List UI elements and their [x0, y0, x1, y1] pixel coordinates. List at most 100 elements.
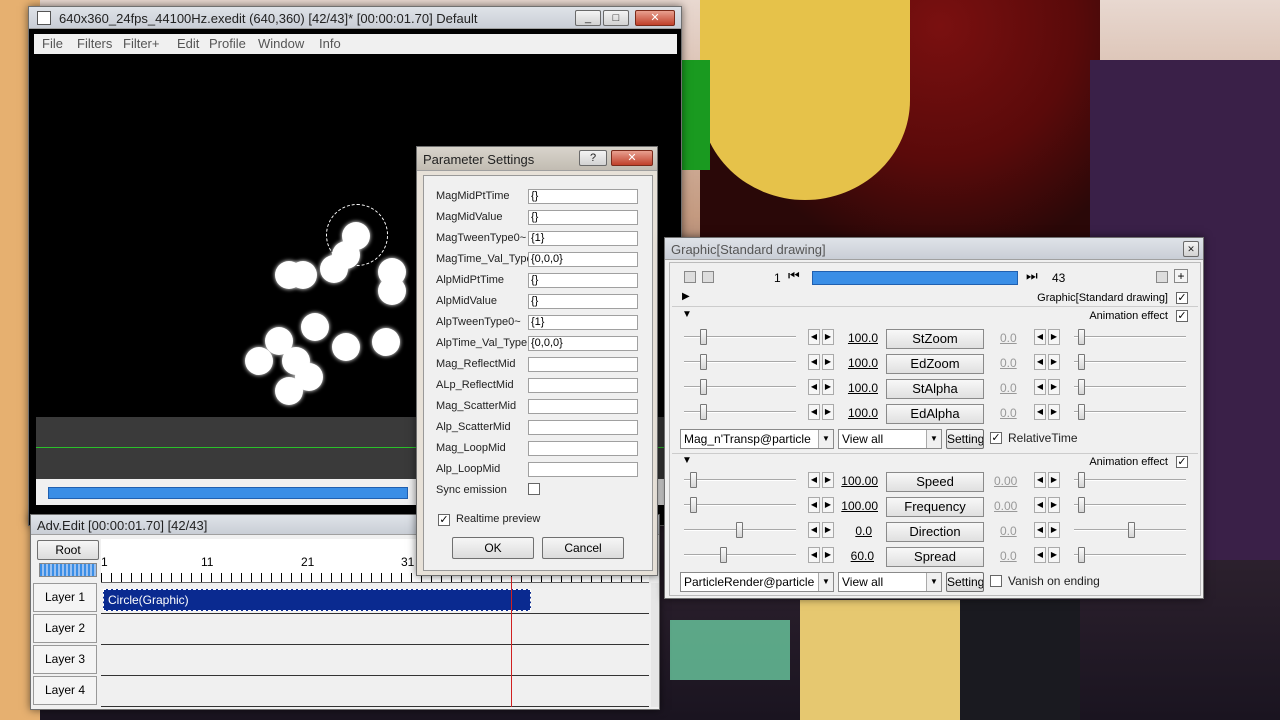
decrement-button[interactable]: ◀: [808, 404, 820, 420]
param-button[interactable]: Spread: [886, 547, 984, 567]
param-field[interactable]: [528, 441, 638, 456]
increment-button[interactable]: ▶: [1048, 472, 1060, 488]
ok-button[interactable]: OK: [452, 537, 534, 559]
maximize-button[interactable]: □: [603, 10, 629, 26]
increment-button[interactable]: ▶: [1048, 547, 1060, 563]
sync-emission-checkbox[interactable]: [528, 483, 540, 495]
decrement-button[interactable]: ◀: [1034, 404, 1046, 420]
end-slider-thumb[interactable]: [1078, 497, 1085, 513]
menu-file[interactable]: File: [42, 36, 63, 51]
start-slider[interactable]: [684, 554, 796, 556]
relative-time-checkbox[interactable]: ✓: [990, 432, 1002, 444]
increment-button[interactable]: ▶: [1048, 522, 1060, 538]
increment-button[interactable]: ▶: [1048, 329, 1060, 345]
end-slider[interactable]: [1074, 361, 1186, 363]
increment-button[interactable]: ▶: [822, 472, 834, 488]
start-value[interactable]: 0.0: [832, 524, 872, 538]
object-titlebar[interactable]: Graphic[Standard drawing] ✕: [665, 238, 1203, 260]
param-button[interactable]: Direction: [886, 522, 984, 542]
increment-button[interactable]: ▶: [822, 547, 834, 563]
menu-edit[interactable]: Edit: [177, 36, 199, 51]
close-button[interactable]: ✕: [635, 10, 675, 26]
start-slider-thumb[interactable]: [690, 472, 697, 488]
start-slider-thumb[interactable]: [700, 404, 707, 420]
param-field[interactable]: {0,0,0}: [528, 252, 638, 267]
decrement-button[interactable]: ◀: [1034, 547, 1046, 563]
start-value[interactable]: 100.0: [838, 406, 878, 420]
anim-enable-checkbox[interactable]: ✓: [1176, 456, 1188, 468]
end-slider-thumb[interactable]: [1078, 547, 1085, 563]
help-button[interactable]: ?: [579, 150, 607, 166]
close-button[interactable]: ✕: [611, 150, 653, 166]
timeline-scrollbar[interactable]: [651, 583, 659, 707]
param-titlebar[interactable]: Parameter Settings ? ✕: [417, 147, 657, 171]
menu-info[interactable]: Info: [319, 36, 341, 51]
decrement-button[interactable]: ◀: [808, 329, 820, 345]
decrement-button[interactable]: ◀: [1034, 522, 1046, 538]
render-select[interactable]: ParticleRender@particle ▼: [680, 572, 834, 592]
layer-3-header[interactable]: Layer 3: [33, 645, 97, 674]
decrement-button[interactable]: ◀: [808, 354, 820, 370]
decrement-button[interactable]: ◀: [1034, 472, 1046, 488]
start-value[interactable]: 100.00: [838, 474, 878, 488]
menu-filter-plus[interactable]: Filter+: [123, 36, 159, 51]
end-slider[interactable]: [1074, 504, 1186, 506]
param-field[interactable]: {}: [528, 273, 638, 288]
param-button[interactable]: StZoom: [886, 329, 984, 349]
add-filter-button[interactable]: +: [1174, 269, 1188, 283]
start-slider-thumb[interactable]: [700, 354, 707, 370]
param-field[interactable]: [528, 378, 638, 393]
expand-icon[interactable]: ▶: [682, 291, 690, 302]
increment-button[interactable]: ▶: [822, 379, 834, 395]
film-icon[interactable]: [684, 271, 696, 283]
param-button[interactable]: Speed: [886, 472, 984, 492]
graphic-enable-checkbox[interactable]: ✓: [1176, 292, 1188, 304]
close-button[interactable]: ✕: [1183, 241, 1199, 257]
param-field[interactable]: {0,0,0}: [528, 336, 638, 351]
end-slider-thumb[interactable]: [1128, 522, 1135, 538]
decrement-button[interactable]: ◀: [808, 472, 820, 488]
start-value[interactable]: 60.0: [834, 549, 874, 563]
decrement-button[interactable]: ◀: [808, 522, 820, 538]
setting-button[interactable]: Setting: [946, 572, 984, 592]
param-button[interactable]: EdAlpha: [886, 404, 984, 424]
end-slider[interactable]: [1074, 386, 1186, 388]
start-value[interactable]: 100.0: [838, 356, 878, 370]
end-value[interactable]: 0.00: [994, 474, 1034, 488]
menu-filters[interactable]: Filters: [77, 36, 112, 51]
decrement-button[interactable]: ◀: [1034, 329, 1046, 345]
timeline-clip[interactable]: Circle(Graphic): [103, 589, 531, 611]
start-slider-thumb[interactable]: [690, 497, 697, 513]
decrement-button[interactable]: ◀: [808, 497, 820, 513]
increment-button[interactable]: ▶: [822, 497, 834, 513]
increment-button[interactable]: ▶: [1048, 497, 1060, 513]
param-field[interactable]: [528, 420, 638, 435]
anim-enable-checkbox[interactable]: ✓: [1176, 310, 1188, 322]
layer-2-header[interactable]: Layer 2: [33, 614, 97, 643]
param-field[interactable]: {}: [528, 210, 638, 225]
main-titlebar[interactable]: 640x360_24fps_44100Hz.exedit (640,360) […: [29, 7, 681, 29]
collapse-icon[interactable]: ▼: [682, 309, 692, 320]
frame-range-bar[interactable]: [812, 271, 1018, 285]
param-field[interactable]: {}: [528, 189, 638, 204]
param-button[interactable]: StAlpha: [886, 379, 984, 399]
root-button[interactable]: Root: [37, 540, 99, 560]
start-slider[interactable]: [684, 504, 796, 506]
decrement-button[interactable]: ◀: [1034, 379, 1046, 395]
vanish-on-ending-checkbox[interactable]: [990, 575, 1002, 587]
menu-profile[interactable]: Profile: [209, 36, 246, 51]
next-keyframe-icon[interactable]: ⏭: [1026, 268, 1038, 284]
end-slider[interactable]: [1074, 411, 1186, 413]
zoom-indicator[interactable]: [39, 563, 97, 577]
increment-button[interactable]: ▶: [1048, 379, 1060, 395]
collapse-icon[interactable]: ▼: [682, 455, 692, 466]
end-slider[interactable]: [1074, 479, 1186, 481]
start-slider-thumb[interactable]: [736, 522, 743, 538]
end-slider-thumb[interactable]: [1078, 472, 1085, 488]
start-value[interactable]: 100.0: [838, 331, 878, 345]
layer-row[interactable]: [101, 676, 649, 707]
start-slider-thumb[interactable]: [700, 379, 707, 395]
start-slider[interactable]: [684, 479, 796, 481]
script-select[interactable]: Mag_n'Transp@particle ▼: [680, 429, 834, 449]
increment-button[interactable]: ▶: [1048, 404, 1060, 420]
